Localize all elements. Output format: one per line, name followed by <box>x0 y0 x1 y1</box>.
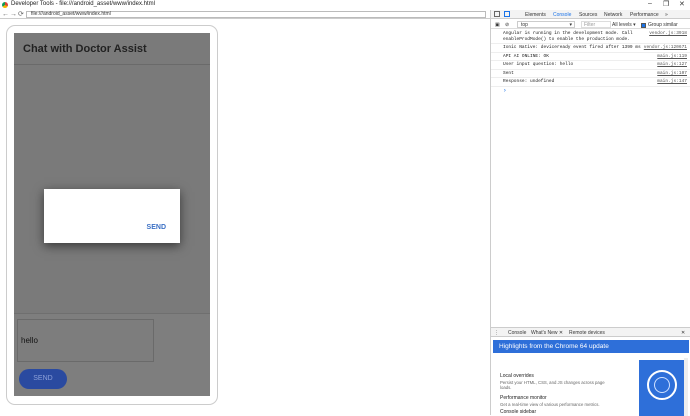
feature-title: Console sidebar <box>500 409 537 415</box>
console-toolbar: ▣ ⊘ top ▾ Filter All levels ▾ Group simil… <box>491 20 690 29</box>
feature-local-overrides[interactable]: Local overrides Persist your HTML, CSS, a… <box>500 373 610 390</box>
log-entry: Response: undefined main.js:147 <box>491 78 690 87</box>
feature-illustration <box>639 360 684 416</box>
more-tabs-button[interactable]: » <box>665 12 668 18</box>
log-text: Ionic Native: deviceready event fired af… <box>503 45 641 50</box>
inspect-icon[interactable] <box>494 11 500 17</box>
console-log: Angular is running in the development mo… <box>491 30 690 94</box>
device-frame: Chat with Doctor Assist hello SEND SEND <box>6 25 218 405</box>
app-header: Chat with Doctor Assist <box>14 33 210 65</box>
feature-title: Local overrides <box>500 373 534 379</box>
group-similar-label: Group similar <box>648 22 678 28</box>
chat-footer: hello SEND <box>14 313 210 396</box>
drawer-menu-icon[interactable]: ⋮ <box>494 330 499 336</box>
tab-performance[interactable]: Performance <box>630 12 659 18</box>
log-text: User input question: hello <box>503 62 574 67</box>
whats-new-banner: Highlights from the Chrome 64 update <box>493 340 689 353</box>
close-drawer-icon[interactable]: ✕ <box>681 330 685 336</box>
devtools-panel: Elements Console Sources Network Perform… <box>490 10 690 416</box>
feature-performance-monitor[interactable]: Performance monitor Get a real-time view … <box>500 395 610 407</box>
drawer-tabbar: ⋮ Console What's New ✕ Remote devices ✕ <box>491 328 690 337</box>
page-title: Chat with Doctor Assist <box>23 43 147 55</box>
feature-console-sidebar[interactable]: Console sidebar <box>500 409 536 415</box>
log-text: Angular is running in the development mo… <box>503 31 633 42</box>
send-button[interactable]: SEND <box>19 369 67 389</box>
log-entry: User input question: hello main.js:127 <box>491 61 690 70</box>
drawer-tab-whats-new[interactable]: What's New ✕ <box>531 330 563 336</box>
alert-dialog: SEND <box>44 189 180 243</box>
tab-network[interactable]: Network <box>604 12 622 18</box>
back-button[interactable]: ← <box>2 10 9 19</box>
minimize-button[interactable]: – <box>648 0 652 7</box>
title-bar: Developer Tools - file:///android_asset/… <box>0 0 690 10</box>
log-source-link[interactable]: main.js:107 <box>657 71 687 77</box>
chevron-down-icon: ▾ <box>569 22 572 28</box>
group-similar-checkbox[interactable]: Group similar <box>641 22 678 28</box>
browser-window: Developer Tools - file:///android_asset/… <box>0 0 690 416</box>
tab-console[interactable]: Console <box>553 12 571 18</box>
log-text: API AI ONLINE: OK <box>503 53 549 59</box>
devtools-drawer: ⋮ Console What's New ✕ Remote devices ✕ … <box>491 327 690 416</box>
message-input[interactable]: hello <box>17 319 154 362</box>
forward-button[interactable]: → <box>10 10 17 19</box>
log-text: Response: undefined <box>503 79 555 84</box>
maximize-button[interactable]: ❐ <box>663 0 669 8</box>
checkbox-icon <box>641 22 646 28</box>
devtools-tabbar: Elements Console Sources Network Perform… <box>491 10 690 19</box>
log-entry: Angular is running in the development mo… <box>491 30 690 44</box>
log-entry: API AI ONLINE: OK main.js:119 <box>491 53 690 61</box>
log-source-link[interactable]: main.js:147 <box>657 79 687 85</box>
tab-sources[interactable]: Sources <box>579 12 597 18</box>
log-entry: Ionic Native: deviceready event fired af… <box>491 44 690 53</box>
drawer-tab-remote-devices[interactable]: Remote devices <box>569 330 605 336</box>
reload-button[interactable]: ⟳ <box>18 10 24 19</box>
close-window-button[interactable]: ✕ <box>679 0 685 8</box>
tab-elements[interactable]: Elements <box>525 12 546 18</box>
sidebar-toggle-icon[interactable]: ▣ <box>495 22 500 28</box>
chrome-logo-icon <box>2 2 8 8</box>
filter-input[interactable]: Filter <box>581 21 611 28</box>
drawer-scrollbar[interactable] <box>684 358 688 416</box>
app-screen: Chat with Doctor Assist hello SEND SEND <box>14 33 210 396</box>
log-source-link[interactable]: main.js:119 <box>657 54 687 60</box>
window-title: Developer Tools - file:///android_asset/… <box>11 1 155 7</box>
lens-inner-icon <box>654 377 670 393</box>
log-levels-select[interactable]: All levels ▾ <box>612 22 636 28</box>
address-bar: ← → ⟳ file:///android_asset/www/index.ht… <box>0 10 490 19</box>
context-value: top <box>521 22 528 28</box>
console-prompt[interactable]: › <box>491 87 690 94</box>
feature-desc: Get a real-time view of various performa… <box>500 402 600 407</box>
dialog-send-button[interactable]: SEND <box>147 224 166 231</box>
log-source-link[interactable]: vendor.js:3918 <box>649 31 687 37</box>
context-select[interactable]: top ▾ <box>517 21 575 28</box>
feature-desc: Persist your HTML, CSS, and JS changes a… <box>500 380 605 390</box>
feature-title: Performance monitor <box>500 395 547 401</box>
log-source-link[interactable]: main.js:127 <box>657 62 687 68</box>
page-viewport: Chat with Doctor Assist hello SEND SEND <box>0 19 490 415</box>
clear-console-icon[interactable]: ⊘ <box>505 22 509 28</box>
log-source-link[interactable]: vendor.js:120671 <box>644 45 687 51</box>
log-entry: Sent main.js:107 <box>491 70 690 78</box>
drawer-tab-console[interactable]: Console <box>508 330 526 336</box>
url-field[interactable]: file:///android_asset/www/index.html <box>26 11 486 18</box>
device-toggle-icon[interactable] <box>504 11 510 17</box>
log-text: Sent <box>503 70 514 76</box>
